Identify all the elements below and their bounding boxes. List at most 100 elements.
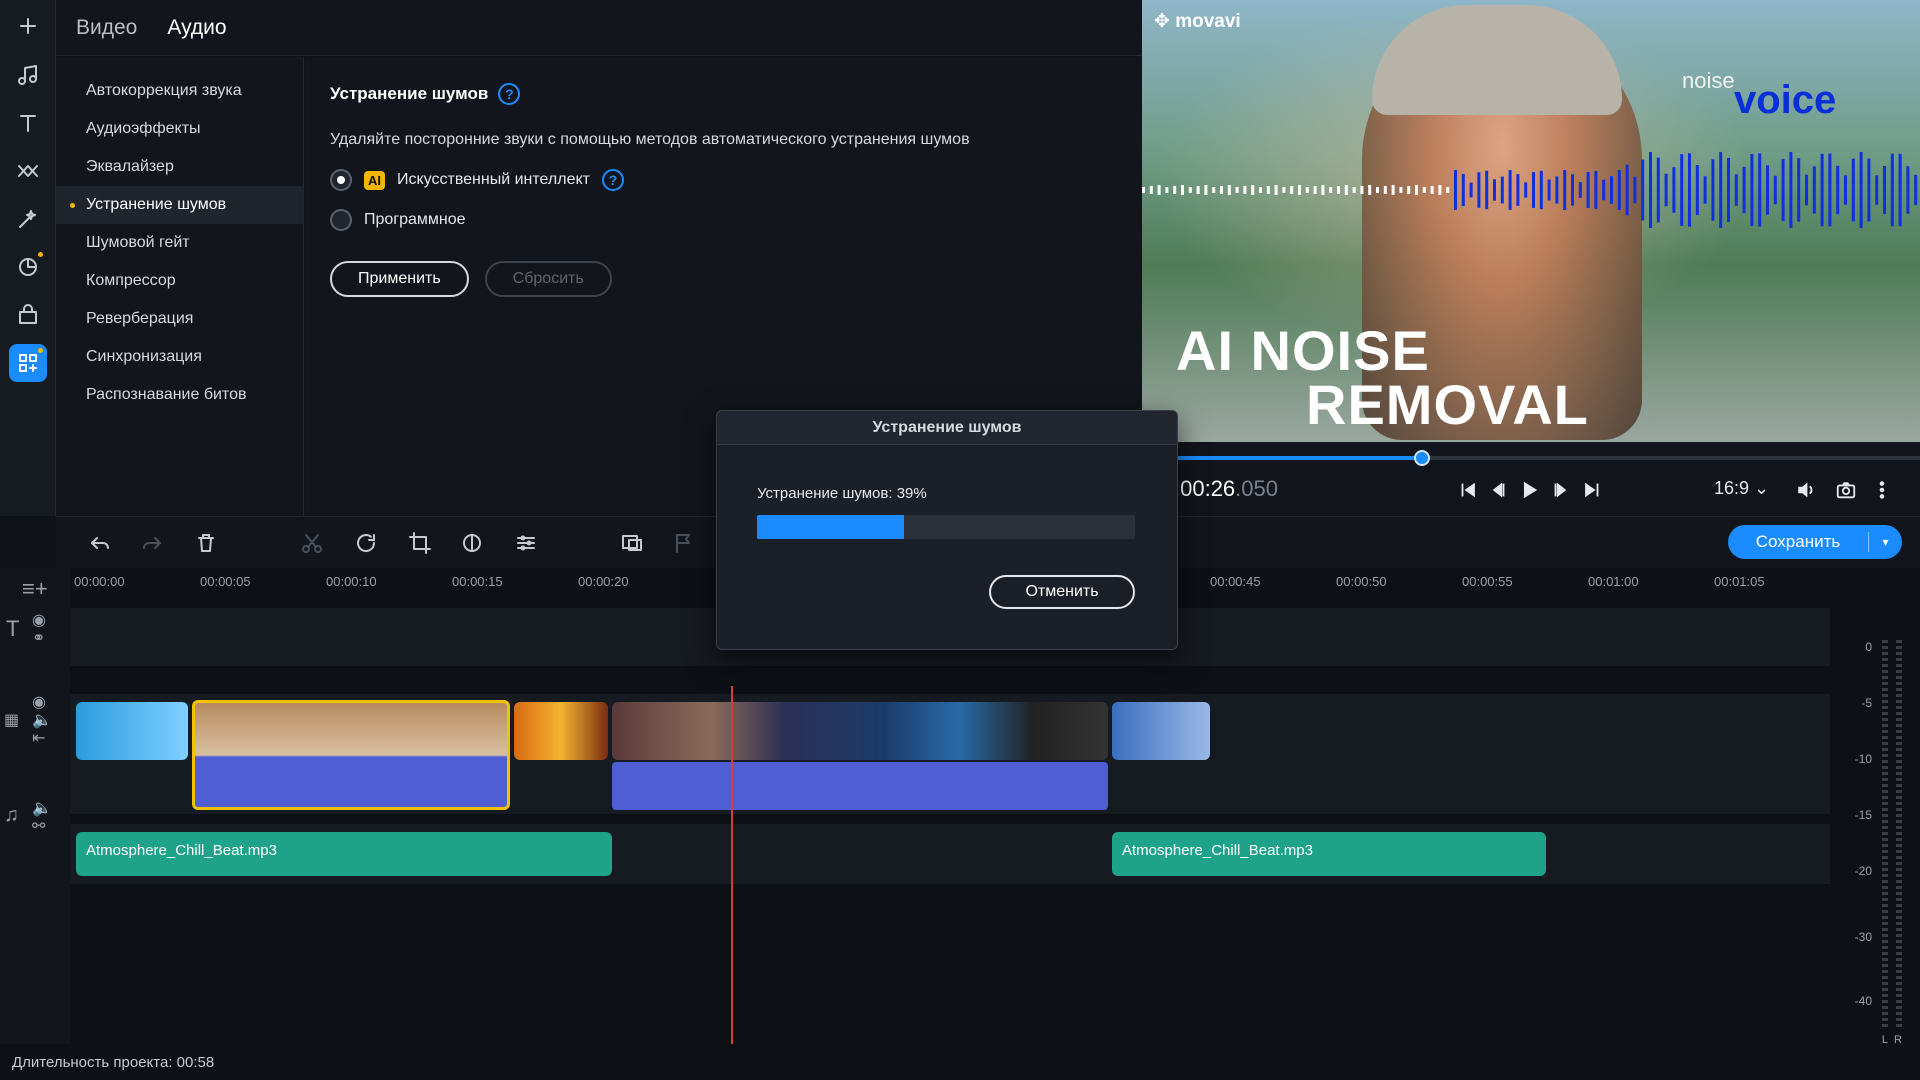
eye-icon[interactable]: ◉ [32, 692, 46, 712]
option-soft-label: Программное [364, 211, 466, 228]
save-button[interactable]: Сохранить ▾ [1728, 525, 1902, 559]
link-icon[interactable]: ⇤ [32, 728, 45, 748]
undo-icon[interactable] [86, 529, 114, 557]
meter-label: -20 [1854, 864, 1872, 878]
eye-icon[interactable]: ◉ [32, 610, 46, 630]
category-item[interactable]: Компрессор [56, 262, 303, 300]
help-icon[interactable]: ? [498, 83, 521, 105]
playhead[interactable] [731, 686, 733, 1074]
properties-icon[interactable] [512, 529, 540, 557]
reset-button[interactable]: Сбросить [484, 261, 612, 297]
more-tools-icon[interactable] [9, 344, 47, 382]
settings-buttons: Применить Сбросить [330, 261, 1117, 297]
selected-video-clip[interactable] [192, 700, 510, 810]
audio-clip[interactable]: Atmosphere_Chill_Beat.mp3 [76, 832, 612, 876]
option-ai-row[interactable]: AI Искусственный интеллект ? [330, 167, 1117, 193]
color-adjust-icon[interactable] [458, 529, 486, 557]
plus-icon[interactable] [9, 7, 47, 45]
waveform-bar [1734, 174, 1738, 206]
waveform-bar [1290, 186, 1294, 194]
meter-label: -30 [1854, 930, 1872, 944]
cancel-button[interactable]: Отменить [989, 575, 1135, 609]
waveform-bar [1844, 175, 1847, 205]
seek-bar[interactable] [1176, 450, 1920, 466]
waveform-bar [1805, 174, 1808, 206]
skip-end-icon[interactable] [1578, 476, 1606, 504]
seek-knob[interactable] [1413, 450, 1430, 466]
cut-icon[interactable] [298, 529, 326, 557]
music-icon[interactable] [9, 56, 47, 94]
waveform-bar [1243, 186, 1247, 194]
volume-icon[interactable] [1792, 476, 1820, 504]
rotate-icon[interactable] [352, 529, 380, 557]
tab-video[interactable]: Видео [76, 16, 137, 40]
waveform-bar [1259, 187, 1262, 193]
category-item[interactable]: Реверберация [56, 300, 303, 338]
overlay-icon[interactable] [618, 529, 646, 557]
skip-start-icon[interactable] [1454, 476, 1482, 504]
video-preview[interactable]: ✥ movavi noise voice AI NOISE REMOVAL [1142, 0, 1920, 442]
category-item[interactable]: Шумовой гейт [56, 224, 303, 262]
waveform-bar [1274, 185, 1278, 195]
link-icon[interactable]: ⚭ [32, 628, 45, 648]
waveform-bar [1524, 182, 1528, 198]
link-icon[interactable]: ⚯ [32, 816, 45, 836]
snapshot-icon[interactable] [1832, 476, 1860, 504]
radio-soft[interactable] [330, 209, 352, 231]
progress-fill [757, 515, 905, 539]
category-item[interactable]: Эквалайзер [56, 148, 303, 186]
waveform-bar [1594, 170, 1598, 210]
video-clip[interactable] [1112, 702, 1210, 760]
video-clip[interactable] [612, 702, 1108, 760]
meter-label: 0 [1865, 640, 1872, 654]
help-icon[interactable]: ? [601, 169, 624, 191]
waveform-bar [1438, 185, 1442, 195]
text-icon[interactable] [9, 104, 47, 142]
waveform-bar [1142, 187, 1145, 193]
waveform-bar [1415, 185, 1418, 195]
category-item[interactable]: Аудиоэффекты [56, 110, 303, 148]
step-forward-icon[interactable] [1547, 476, 1575, 504]
store-icon[interactable] [9, 296, 47, 334]
video-clip[interactable] [76, 702, 188, 760]
waveform-bar [1758, 153, 1762, 227]
play-icon[interactable] [1515, 476, 1543, 504]
waveform-bar [1220, 186, 1223, 194]
waveform-bar [1407, 186, 1411, 194]
redo-icon[interactable] [138, 529, 166, 557]
tab-audio[interactable]: Аудио [167, 16, 226, 40]
mute-icon[interactable]: 🔈 [32, 798, 52, 818]
waveform-bar [1337, 186, 1340, 194]
seek-fill [1176, 456, 1422, 460]
category-item[interactable]: Распознавание битов [56, 376, 303, 414]
category-item-noise-removal[interactable]: Устранение шумов [56, 186, 303, 224]
add-track-icon[interactable]: ≡+ [22, 576, 48, 602]
sticker-icon[interactable] [9, 248, 47, 286]
option-soft-row[interactable]: Программное [330, 207, 1117, 233]
crop-icon[interactable] [406, 529, 434, 557]
waveform-bar [1508, 170, 1512, 210]
mute-icon[interactable]: 🔈 [32, 710, 52, 730]
waveform-bar [1500, 176, 1504, 204]
waveform-bar [1352, 187, 1356, 193]
step-back-icon[interactable] [1484, 476, 1512, 504]
radio-ai[interactable] [330, 169, 352, 191]
video-clip[interactable] [514, 702, 608, 760]
magic-icon[interactable] [9, 200, 47, 238]
waveform-bar [1859, 152, 1863, 228]
save-dropdown-icon[interactable]: ▾ [1868, 532, 1902, 552]
category-item[interactable]: Синхронизация [56, 338, 303, 376]
waveform-bar [1204, 185, 1208, 195]
video-clip-audio[interactable] [612, 762, 1108, 810]
transitions-icon[interactable] [9, 152, 47, 190]
marker-icon[interactable] [670, 529, 698, 557]
delete-icon[interactable] [192, 529, 220, 557]
audio-clip[interactable]: Atmosphere_Chill_Beat.mp3 [1112, 832, 1546, 876]
category-item[interactable]: Автокоррекция звука [56, 72, 303, 110]
apply-button[interactable]: Применить [330, 261, 469, 297]
more-menu-icon[interactable] [1868, 476, 1896, 504]
aspect-ratio-select[interactable]: 16:9 ⌄ [1714, 478, 1769, 499]
waveform-bar [1898, 153, 1902, 227]
tracks-area[interactable]: Atmosphere_Chill_Beat.mp3 Atmosphere_Chi… [70, 600, 1830, 1044]
waveform-bar [1165, 187, 1169, 193]
